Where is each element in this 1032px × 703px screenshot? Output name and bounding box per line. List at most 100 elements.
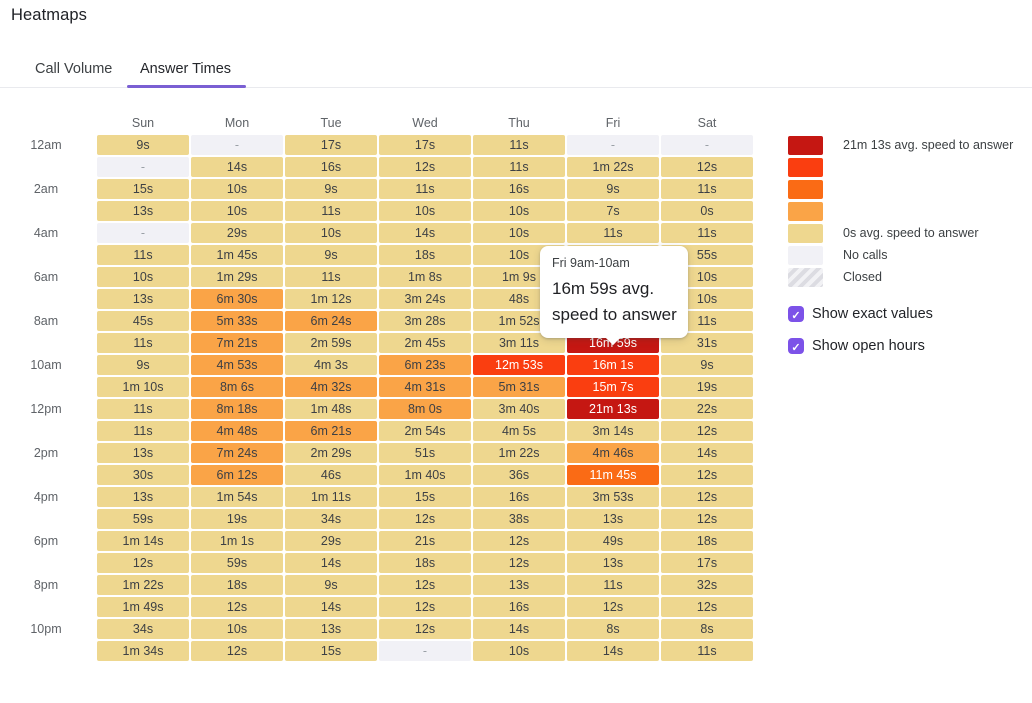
heatmap-cell[interactable]: 6m 12s	[191, 465, 283, 485]
tab-call-volume[interactable]: Call Volume	[35, 61, 112, 77]
heatmap-cell[interactable]: 11s	[661, 223, 753, 243]
heatmap-cell[interactable]: 59s	[97, 509, 189, 529]
heatmap-cell[interactable]: 30s	[97, 465, 189, 485]
heatmap-cell[interactable]: 11s	[567, 223, 659, 243]
heatmap-cell[interactable]: 15m 7s	[567, 377, 659, 397]
heatmap-cell[interactable]: 8s	[661, 619, 753, 639]
heatmap-cell[interactable]: 12s	[661, 157, 753, 177]
heatmap-cell[interactable]: 3m 24s	[379, 289, 471, 309]
heatmap-cell[interactable]: 38s	[473, 509, 565, 529]
heatmap-cell[interactable]: 17s	[661, 553, 753, 573]
heatmap-cell[interactable]: 1m 14s	[97, 531, 189, 551]
heatmap-cell[interactable]: 12s	[379, 619, 471, 639]
heatmap-cell[interactable]: 12s	[661, 421, 753, 441]
heatmap-cell[interactable]: 12s	[661, 509, 753, 529]
heatmap-cell[interactable]: 13s	[97, 289, 189, 309]
heatmap-cell[interactable]: 51s	[379, 443, 471, 463]
heatmap-cell[interactable]: 21s	[379, 531, 471, 551]
heatmap-cell[interactable]: 2m 59s	[285, 333, 377, 353]
heatmap-cell[interactable]: 13s	[97, 443, 189, 463]
heatmap-cell[interactable]: 9s	[285, 179, 377, 199]
heatmap-cell[interactable]: 4m 5s	[473, 421, 565, 441]
heatmap-cell[interactable]: 16s	[473, 179, 565, 199]
heatmap-cell[interactable]: 12s	[661, 487, 753, 507]
heatmap-cell[interactable]: 13s	[567, 509, 659, 529]
heatmap-cell[interactable]: 11s	[661, 179, 753, 199]
heatmap-cell[interactable]: 11s	[97, 421, 189, 441]
heatmap-cell[interactable]: 13s	[97, 487, 189, 507]
heatmap-cell[interactable]: 10s	[191, 201, 283, 221]
heatmap-cell[interactable]: 14s	[191, 157, 283, 177]
heatmap-cell[interactable]: 13s	[567, 553, 659, 573]
heatmap-cell[interactable]: -	[97, 157, 189, 177]
heatmap-cell[interactable]: 34s	[97, 619, 189, 639]
heatmap-cell[interactable]: 10s	[97, 267, 189, 287]
heatmap-cell[interactable]: 3m 14s	[567, 421, 659, 441]
heatmap-cell[interactable]: 12s	[661, 465, 753, 485]
heatmap-cell[interactable]: 15s	[285, 641, 377, 661]
heatmap-cell[interactable]: 10s	[473, 201, 565, 221]
heatmap-cell[interactable]: 12s	[473, 531, 565, 551]
heatmap-cell[interactable]: 11s	[567, 575, 659, 595]
heatmap-cell[interactable]: 1m 48s	[285, 399, 377, 419]
heatmap-cell[interactable]: 29s	[191, 223, 283, 243]
heatmap-cell[interactable]: -	[567, 135, 659, 155]
heatmap-cell[interactable]: 12s	[97, 553, 189, 573]
heatmap-cell[interactable]: 11s	[97, 399, 189, 419]
heatmap-cell[interactable]: 12s	[191, 641, 283, 661]
heatmap-cell[interactable]: 1m 22s	[97, 575, 189, 595]
heatmap-cell[interactable]: 10s	[191, 619, 283, 639]
heatmap-cell[interactable]: 9s	[285, 245, 377, 265]
heatmap-cell[interactable]: 18s	[191, 575, 283, 595]
heatmap-cell[interactable]: 11s	[379, 179, 471, 199]
tab-answer-times[interactable]: Answer Times	[140, 61, 231, 77]
heatmap-cell[interactable]: 3m 53s	[567, 487, 659, 507]
heatmap-cell[interactable]: 13s	[473, 575, 565, 595]
heatmap-cell[interactable]: 1m 1s	[191, 531, 283, 551]
heatmap-cell[interactable]: 14s	[473, 619, 565, 639]
heatmap-cell[interactable]: 14s	[567, 641, 659, 661]
heatmap-cell[interactable]: 1m 40s	[379, 465, 471, 485]
heatmap-cell[interactable]: 10s	[473, 641, 565, 661]
heatmap-cell[interactable]: 16s	[473, 487, 565, 507]
heatmap-cell[interactable]: 6m 30s	[191, 289, 283, 309]
heatmap-cell[interactable]: 8m 0s	[379, 399, 471, 419]
heatmap-cell[interactable]: 14s	[379, 223, 471, 243]
heatmap-cell[interactable]: 11s	[285, 201, 377, 221]
heatmap-cell[interactable]: 5m 31s	[473, 377, 565, 397]
heatmap-cell[interactable]: 10s	[285, 223, 377, 243]
heatmap-cell[interactable]: 9s	[97, 355, 189, 375]
heatmap-cell[interactable]: 18s	[661, 531, 753, 551]
heatmap-cell[interactable]: 15s	[97, 179, 189, 199]
heatmap-cell[interactable]: 19s	[661, 377, 753, 397]
heatmap-cell[interactable]: 1m 22s	[473, 443, 565, 463]
heatmap-cell[interactable]: 6m 23s	[379, 355, 471, 375]
heatmap-cell[interactable]: 12s	[567, 597, 659, 617]
heatmap-cell[interactable]: 11s	[473, 157, 565, 177]
heatmap-cell[interactable]: -	[379, 641, 471, 661]
heatmap-cell[interactable]: 18s	[379, 245, 471, 265]
heatmap-cell[interactable]: 22s	[661, 399, 753, 419]
heatmap-cell[interactable]: 12s	[379, 157, 471, 177]
heatmap-cell[interactable]: 0s	[661, 201, 753, 221]
heatmap-cell[interactable]: 1m 45s	[191, 245, 283, 265]
heatmap-cell[interactable]: 7m 24s	[191, 443, 283, 463]
heatmap-cell[interactable]: 14s	[285, 597, 377, 617]
heatmap-cell[interactable]: 1m 12s	[285, 289, 377, 309]
heatmap-cell[interactable]: 32s	[661, 575, 753, 595]
heatmap-cell[interactable]: 4m 3s	[285, 355, 377, 375]
heatmap-cell[interactable]: 14s	[661, 443, 753, 463]
heatmap-cell[interactable]: 2m 54s	[379, 421, 471, 441]
heatmap-cell[interactable]: 8s	[567, 619, 659, 639]
heatmap-cell[interactable]: 3m 40s	[473, 399, 565, 419]
heatmap-cell[interactable]: 13s	[285, 619, 377, 639]
heatmap-cell[interactable]: 17s	[379, 135, 471, 155]
heatmap-cell[interactable]: 15s	[379, 487, 471, 507]
heatmap-cell[interactable]: 1m 22s	[567, 157, 659, 177]
heatmap-cell[interactable]: 11s	[97, 333, 189, 353]
heatmap-cell[interactable]: 7s	[567, 201, 659, 221]
heatmap-cell[interactable]: 2m 29s	[285, 443, 377, 463]
heatmap-cell[interactable]: 10s	[379, 201, 471, 221]
heatmap-cell[interactable]: 2m 45s	[379, 333, 471, 353]
heatmap-cell[interactable]: 49s	[567, 531, 659, 551]
